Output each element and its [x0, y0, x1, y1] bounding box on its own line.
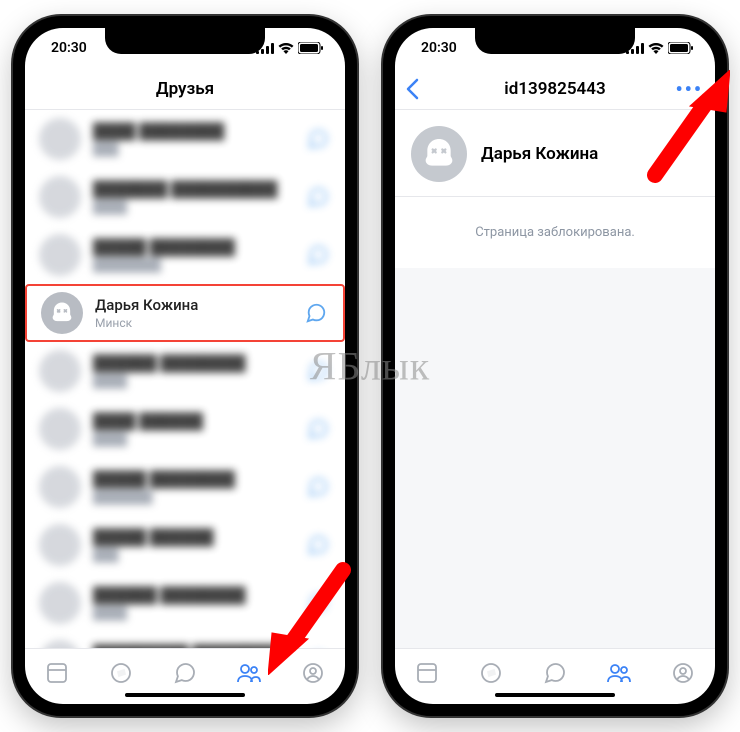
deleted-dog-icon — [48, 299, 76, 327]
tab-messages[interactable] — [539, 657, 571, 689]
battery-icon — [298, 42, 323, 54]
avatar — [39, 466, 81, 508]
avatar — [39, 176, 81, 218]
list-item[interactable]: ████ ██████████ — [25, 400, 345, 458]
list-item[interactable]: █████ ███████████████ — [25, 458, 345, 516]
avatar — [39, 408, 81, 450]
tab-discover[interactable] — [475, 657, 507, 689]
tab-friends[interactable] — [603, 657, 635, 689]
wifi-icon — [278, 42, 294, 54]
tab-feed[interactable] — [41, 657, 73, 689]
blocked-zone — [395, 268, 715, 648]
home-indicator[interactable] — [125, 693, 245, 697]
wifi-icon — [648, 42, 664, 54]
deleted-dog-icon — [419, 134, 459, 174]
list-item[interactable]: █████ ████████████████ — [25, 226, 345, 284]
profile-name: Дарья Кожина — [481, 144, 598, 164]
status-indicators — [626, 42, 693, 54]
annotation-arrow-left — [268, 555, 358, 675]
page-title: Друзья — [156, 79, 214, 99]
message-icon[interactable] — [305, 242, 331, 268]
tab-messages[interactable] — [169, 657, 201, 689]
message-icon[interactable] — [305, 184, 331, 210]
status-time: 20:30 — [51, 40, 87, 56]
avatar — [39, 234, 81, 276]
notch — [475, 28, 635, 54]
status-indicators — [256, 42, 323, 54]
message-icon[interactable] — [303, 300, 329, 326]
avatar — [39, 350, 81, 392]
friend-city: Минск — [95, 316, 291, 330]
notch — [105, 28, 265, 54]
list-item[interactable]: ███████ ██████████████ — [25, 168, 345, 226]
avatar — [39, 524, 81, 566]
message-icon[interactable] — [305, 474, 331, 500]
tab-discover[interactable] — [105, 657, 137, 689]
tab-profile[interactable] — [667, 657, 699, 689]
battery-icon — [668, 42, 693, 54]
blocked-caption: Страница заблокирована. — [395, 197, 715, 268]
status-time: 20:30 — [421, 40, 457, 56]
message-icon[interactable] — [305, 358, 331, 384]
friend-name: Дарья Кожина — [95, 296, 291, 314]
list-item[interactable]: ████ ███████████ — [25, 110, 345, 168]
avatar — [39, 118, 81, 160]
avatar — [39, 582, 81, 624]
message-icon[interactable] — [305, 126, 331, 152]
message-icon[interactable] — [305, 416, 331, 442]
profile-content: Дарья Кожина Страница заблокирована. — [395, 110, 715, 648]
tab-friends[interactable] — [233, 657, 265, 689]
avatar-deleted — [411, 126, 467, 182]
list-item[interactable]: ██████ ████████████ — [25, 342, 345, 400]
nav-bar: Друзья — [25, 68, 345, 110]
avatar — [39, 640, 81, 648]
tab-feed[interactable] — [411, 657, 443, 689]
annotation-arrow-right — [640, 70, 730, 190]
home-indicator[interactable] — [495, 693, 615, 697]
list-item-highlighted[interactable]: Дарья Кожина Минск — [25, 284, 345, 342]
page-title: id139825443 — [504, 79, 605, 99]
back-button[interactable] — [405, 78, 419, 100]
chevron-left-icon — [405, 78, 419, 100]
avatar-deleted — [41, 292, 83, 334]
